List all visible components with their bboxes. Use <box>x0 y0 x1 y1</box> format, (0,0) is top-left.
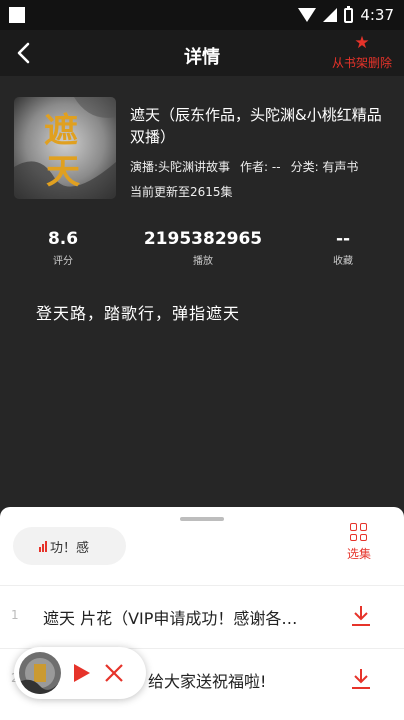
stat-rating: 8.6 评分 <box>48 229 78 267</box>
sheet-drag-handle[interactable] <box>180 517 224 521</box>
update-info: 当前更新至2615集 <box>130 185 233 199</box>
stat-value: 2195382965 <box>143 229 263 249</box>
book-meta: 演播:头陀渊讲故事 作者: -- 分类: 有声书 <box>130 158 358 175</box>
stat-plays: 2195382965 播放 <box>144 229 262 267</box>
stat-value: -- <box>335 229 351 249</box>
download-icon[interactable] <box>350 604 372 628</box>
bars-icon <box>39 540 47 552</box>
mini-player[interactable] <box>14 647 146 699</box>
category-text: 分类: 有声书 <box>290 160 359 174</box>
remove-from-shelf-button[interactable]: ★ 从书架删除 <box>332 34 392 71</box>
grid-icon <box>349 523 368 541</box>
download-icon[interactable] <box>350 667 372 691</box>
stat-favorites: -- 收藏 <box>333 229 353 267</box>
episode-row[interactable]: 1 遮天 片花（VIP申请成功！感谢各… <box>0 585 404 647</box>
close-icon[interactable] <box>104 663 124 683</box>
status-icons: 4:37 <box>298 5 394 25</box>
now-playing-chip[interactable]: 功！感 <box>13 527 126 565</box>
notification-icon <box>9 7 25 23</box>
battery-icon <box>344 5 354 23</box>
stat-label: 收藏 <box>333 256 353 267</box>
select-episode-label: 选集 <box>346 547 371 561</box>
stat-label: 播放 <box>192 256 213 267</box>
book-title: 遮天（辰东作品，头陀渊&小桃红精品双播） <box>130 106 382 146</box>
play-icon[interactable] <box>74 664 90 682</box>
status-time: 4:37 <box>360 6 394 24</box>
status-bar: 4:37 <box>0 0 404 30</box>
nav-bar: 详情 ★ 从书架删除 <box>0 30 404 76</box>
cover-char-top: 遮 <box>44 111 78 151</box>
stat-label: 评分 <box>53 256 73 267</box>
episode-title: 给大家送祝福啦! <box>148 672 267 691</box>
remove-from-shelf-label: 从书架删除 <box>331 56 392 70</box>
episode-title: 遮天 片花（VIP申请成功！感谢各… <box>43 609 298 628</box>
mini-player-cover[interactable] <box>19 652 61 694</box>
episode-number: 1 <box>11 608 19 622</box>
select-episode-button[interactable]: 选集 <box>347 523 371 562</box>
wifi-icon <box>298 8 317 22</box>
book-cover[interactable]: 遮 天 <box>14 97 116 199</box>
stat-value: 8.6 <box>47 229 79 249</box>
cover-char-bottom: 天 <box>46 152 80 192</box>
signal-icon <box>323 8 338 22</box>
book-description: 登天路，踏歌行，弹指遮天 <box>36 304 241 323</box>
now-playing-text: 功！感 <box>50 540 90 556</box>
author-text: 作者: -- <box>240 160 281 174</box>
narrator-text: 演播:头陀渊讲故事 <box>130 160 231 174</box>
star-icon: ★ <box>354 33 370 53</box>
